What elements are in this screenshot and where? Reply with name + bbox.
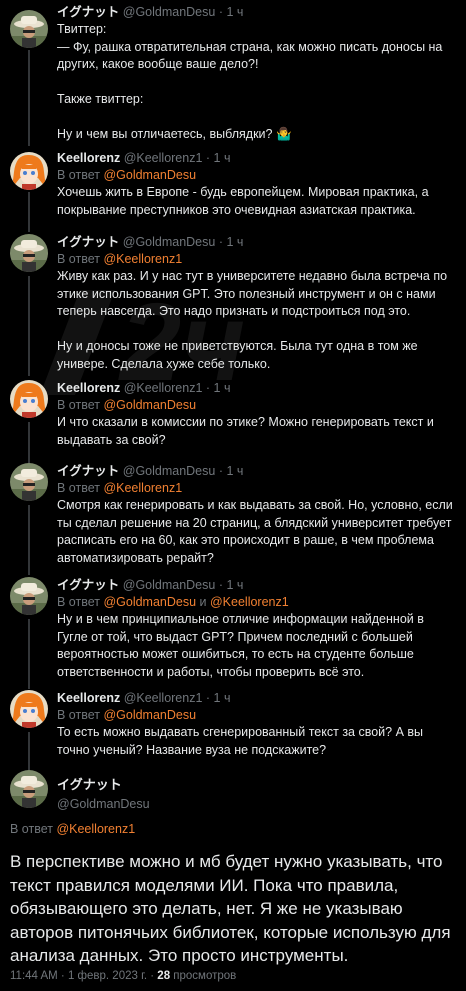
anime-avatar-icon (10, 152, 48, 190)
handle[interactable]: @Keellorenz1 (124, 151, 203, 165)
display-name[interactable]: イグナット (57, 235, 119, 249)
reply-context: В ответ @Keellorenz1 (57, 251, 454, 267)
cowboy-avatar-icon (10, 770, 48, 808)
reply-prefix: В ответ (10, 822, 57, 836)
tweet-content: Keellorenz @Keellorenz1 · 1 ч В ответ @G… (57, 690, 454, 759)
avatar[interactable] (10, 10, 48, 48)
tweet-text: Ну и в чем принципиальное отличие информ… (57, 612, 428, 679)
timestamp[interactable]: · 1 ч (206, 691, 231, 705)
mention-link[interactable]: @Keellorenz1 (103, 252, 182, 266)
avatar[interactable] (10, 577, 48, 615)
mention-link[interactable]: @GoldmanDesu (103, 595, 196, 609)
avatar[interactable] (10, 463, 48, 501)
thread-connector (28, 276, 30, 376)
display-name[interactable]: Keellorenz (57, 691, 120, 705)
reply-prefix: В ответ (57, 252, 104, 266)
tweet-header: Keellorenz @Keellorenz1 · 1 ч (57, 690, 454, 706)
tweet-header: Keellorenz @Keellorenz1 · 1 ч (57, 150, 454, 166)
mention-link[interactable]: @GoldmanDesu (103, 168, 196, 182)
handle[interactable]: @GoldmanDesu (57, 797, 150, 811)
timestamp[interactable]: · 1 ч (219, 235, 244, 249)
display-name[interactable]: イグナット (57, 464, 119, 478)
reply-and: и (196, 595, 210, 609)
tweet-text: То есть можно выдавать сгенерированный т… (57, 725, 427, 757)
main-author: イグナット @GoldmanDesu (57, 774, 150, 811)
cowboy-avatar-icon (10, 577, 48, 615)
anime-avatar-icon (10, 380, 48, 418)
cowboy-avatar-icon (10, 234, 48, 272)
reply-prefix: В ответ (57, 398, 104, 412)
views-count: 28 (157, 970, 171, 982)
avatar[interactable] (10, 380, 48, 418)
tweet-header: イグナット @GoldmanDesu · 1 ч (57, 577, 454, 593)
tweet-header: イグナット @GoldmanDesu · 1 ч (57, 4, 454, 20)
tweet-header: Keellorenz @Keellorenz1 · 1 ч (57, 380, 454, 396)
tweet-content: イグナット @GoldmanDesu · 1 ч Твиттер: — Фу, … (57, 4, 454, 144)
reply-context: В ответ @Keellorenz1 (10, 822, 135, 836)
thread-connector (28, 192, 30, 232)
timestamp[interactable]: · 1 ч (219, 464, 244, 478)
avatar[interactable] (10, 690, 48, 728)
reply-prefix: В ответ (57, 595, 104, 609)
handle[interactable]: @Keellorenz1 (124, 381, 203, 395)
timestamp[interactable]: 11:44 AM · 1 февр. 2023 г. · (10, 970, 157, 982)
tweet-content: イグナット @GoldmanDesu · 1 ч В ответ @Goldma… (57, 577, 454, 681)
timestamp[interactable]: · 1 ч (219, 5, 244, 19)
tweet-content: Keellorenz @Keellorenz1 · 1 ч В ответ @G… (57, 380, 454, 449)
avatar[interactable] (10, 234, 48, 272)
tweet-content: Keellorenz @Keellorenz1 · 1 ч В ответ @G… (57, 150, 454, 219)
reply-context: В ответ @GoldmanDesu (57, 397, 454, 413)
reply-prefix: В ответ (57, 168, 104, 182)
mention-link[interactable]: @GoldmanDesu (103, 398, 196, 412)
tweet-text: Смотря как генерировать и как выдавать з… (57, 498, 457, 565)
timestamp[interactable]: · 1 ч (219, 578, 244, 592)
anime-avatar-icon (10, 690, 48, 728)
reply-prefix: В ответ (57, 708, 104, 722)
mention-link[interactable]: @Keellorenz1 (56, 822, 135, 836)
display-name[interactable]: Keellorenz (57, 381, 120, 395)
thread-connector (28, 422, 30, 464)
tweet-header: イグナット @GoldmanDesu · 1 ч (57, 463, 454, 479)
tweet-content: イグナット @GoldmanDesu · 1 ч В ответ @Keello… (57, 234, 454, 373)
mention-link[interactable]: @Keellorenz1 (210, 595, 289, 609)
display-name[interactable]: Keellorenz (57, 151, 120, 165)
cowboy-avatar-icon (10, 463, 48, 501)
display-name[interactable]: イグナット (57, 5, 119, 19)
tweet-text: Живу как раз. И у нас тут в университете… (57, 269, 448, 371)
timestamp[interactable]: · 1 ч (206, 381, 231, 395)
reply-context: В ответ @GoldmanDesu и @Keellorenz1 (57, 594, 454, 610)
tweet-text: Твиттер: — Фу, рашка отвратительная стра… (57, 22, 443, 141)
mention-link[interactable]: @GoldmanDesu (103, 708, 196, 722)
tweet-text: Хочешь жить в Европе - будь европейцем. … (57, 185, 432, 217)
tweet-header: イグナット @GoldmanDesu · 1 ч (57, 234, 454, 250)
thread-connector (28, 50, 30, 146)
thread-connector (28, 505, 30, 575)
reply-context: В ответ @Keellorenz1 (57, 480, 454, 496)
handle[interactable]: @GoldmanDesu (123, 464, 216, 478)
mention-link[interactable]: @Keellorenz1 (103, 481, 182, 495)
cowboy-avatar-icon (10, 10, 48, 48)
thread-connector (28, 732, 30, 770)
handle[interactable]: @Keellorenz1 (124, 691, 203, 705)
handle[interactable]: @GoldmanDesu (123, 578, 216, 592)
thread-connector (28, 619, 30, 689)
handle[interactable]: @GoldmanDesu (123, 5, 216, 19)
reply-context: В ответ @GoldmanDesu (57, 167, 454, 183)
tweet-metadata: 11:44 AM · 1 февр. 2023 г. · 28 просмотр… (10, 970, 236, 982)
avatar[interactable] (10, 770, 48, 808)
reply-context: В ответ @GoldmanDesu (57, 707, 454, 723)
timestamp[interactable]: · 1 ч (206, 151, 231, 165)
views-label: просмотров (170, 970, 237, 982)
avatar[interactable] (10, 152, 48, 190)
tweet-content: イグナット @GoldmanDesu · 1 ч В ответ @Keello… (57, 463, 454, 567)
main-tweet-text: В перспективе можно и мб будет нужно ука… (10, 852, 451, 965)
tweet-text: И что сказали в комиссии по этике? Можно… (57, 415, 438, 447)
display-name[interactable]: イグナット (57, 777, 122, 792)
reply-prefix: В ответ (57, 481, 104, 495)
handle[interactable]: @GoldmanDesu (123, 235, 216, 249)
display-name[interactable]: イグナット (57, 578, 119, 592)
